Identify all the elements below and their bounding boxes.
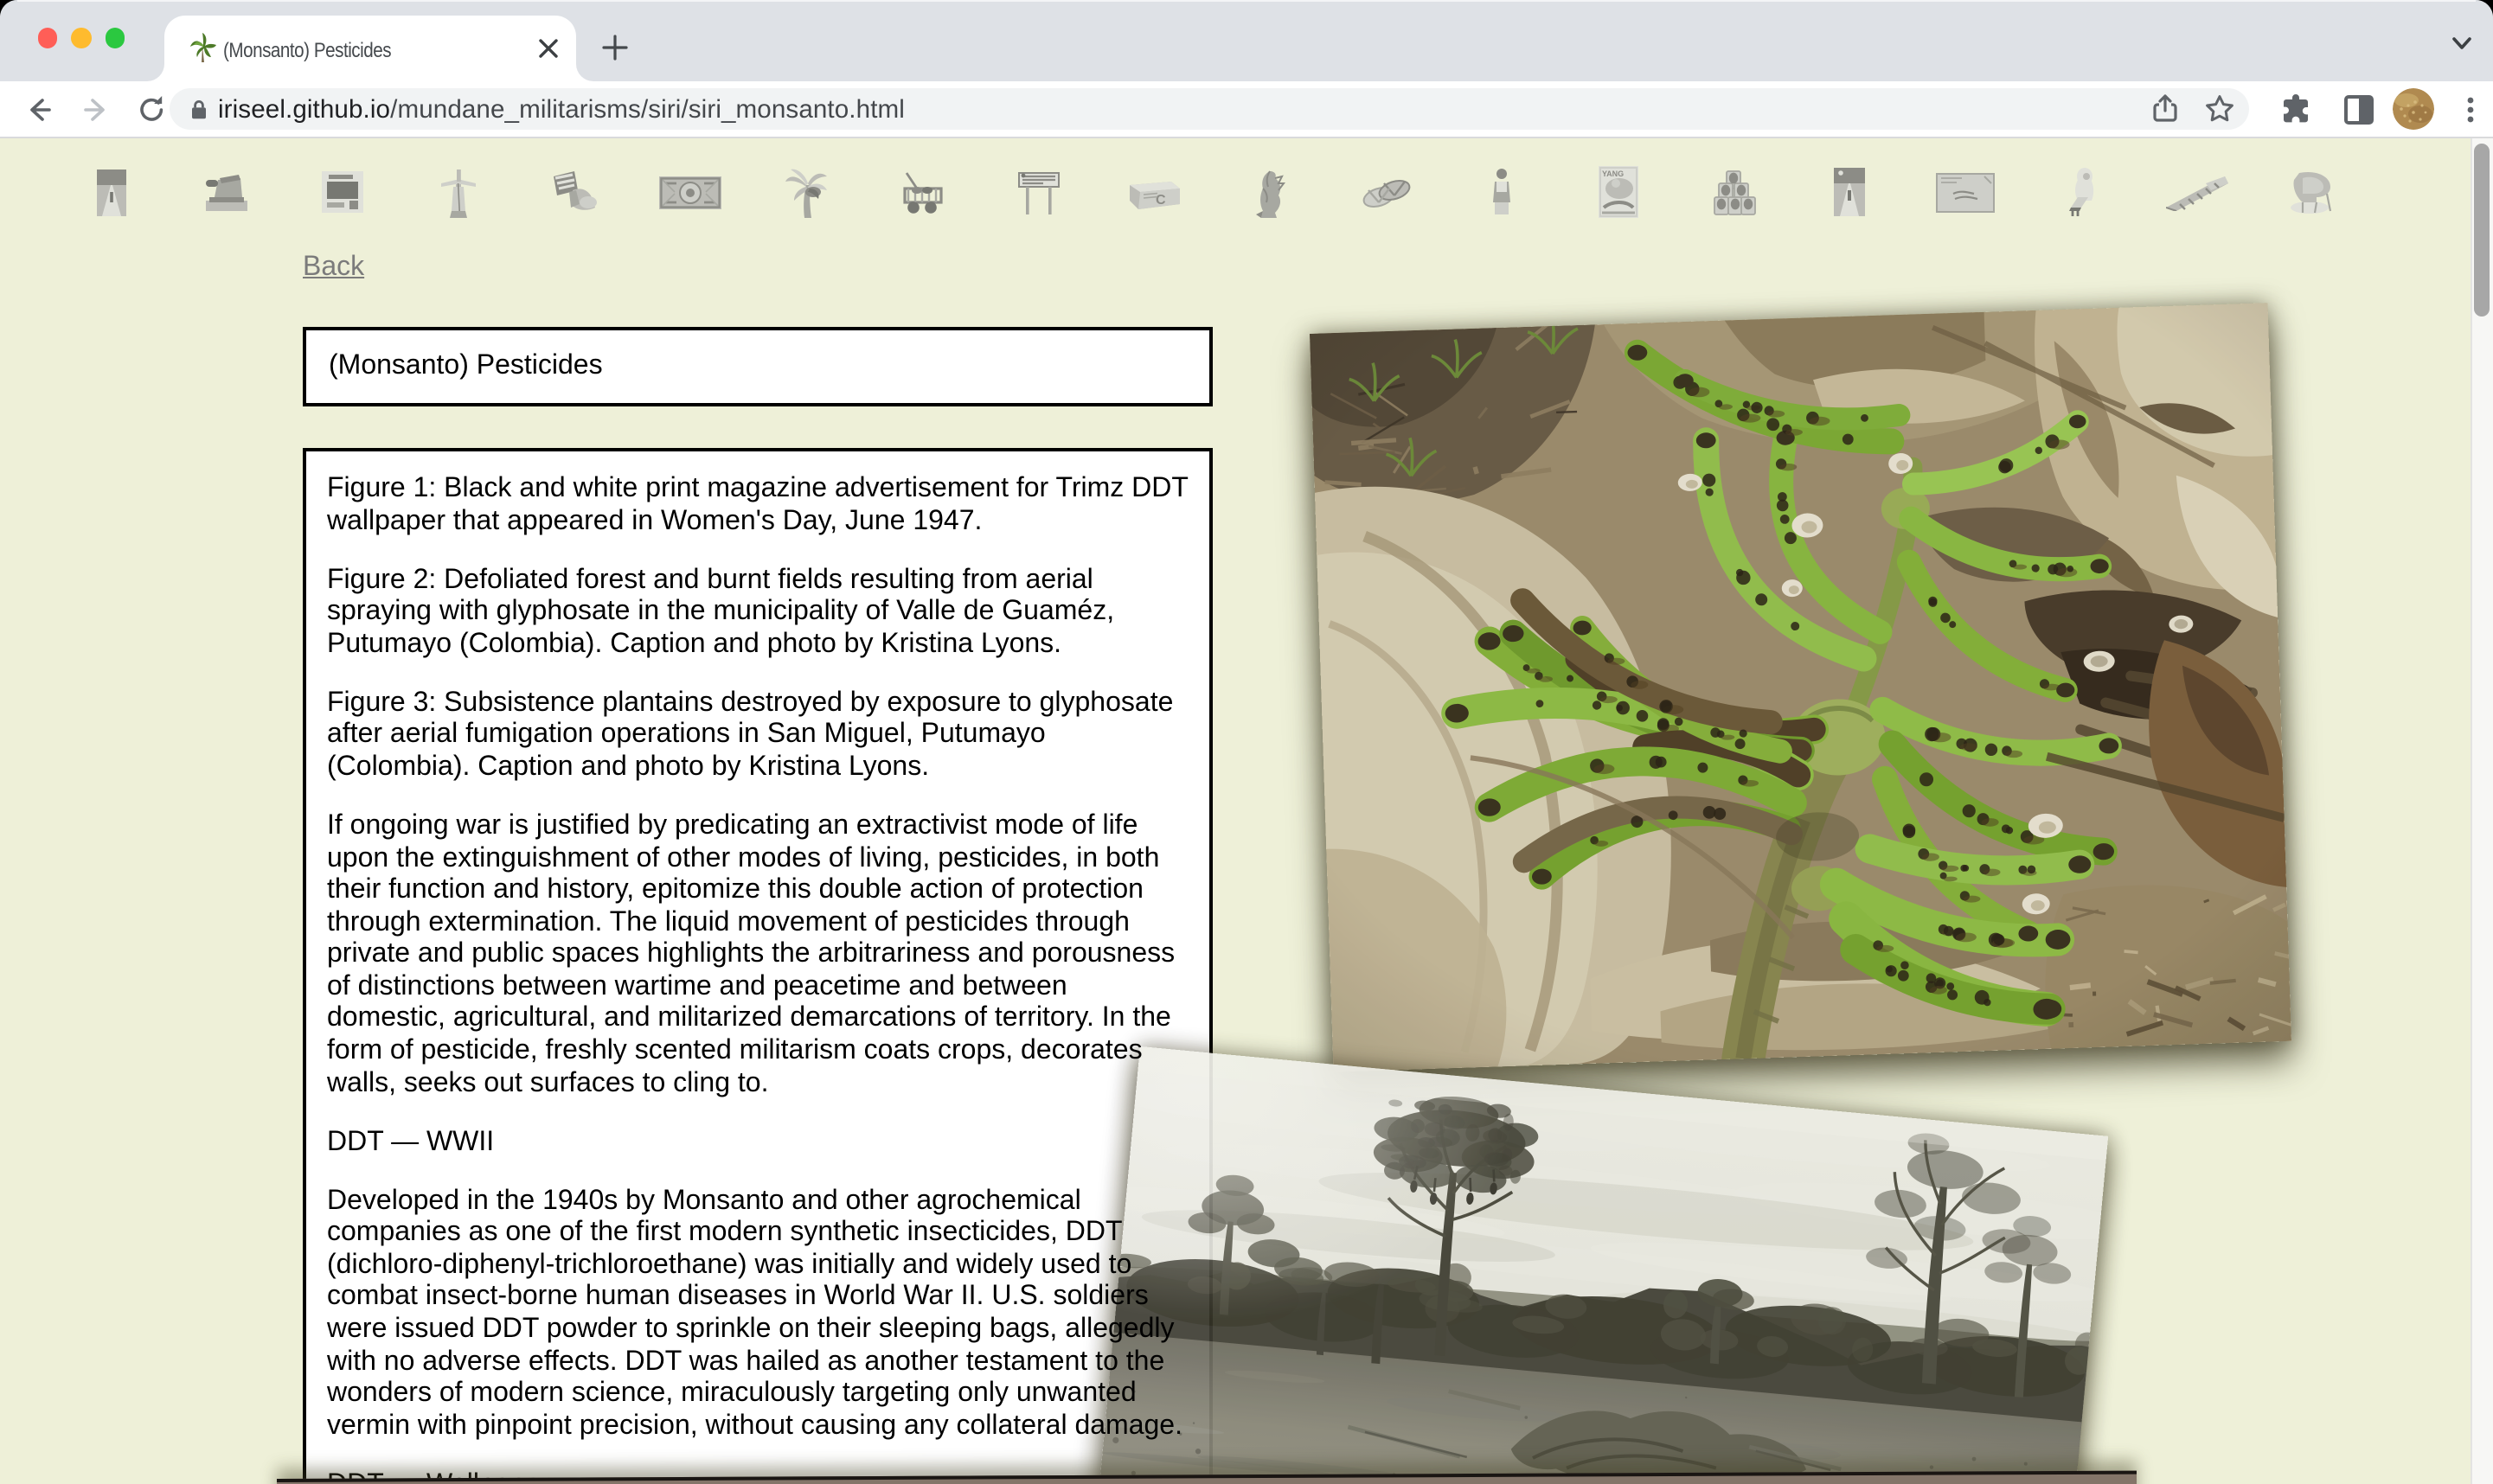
svg-text:C: C	[1155, 192, 1165, 207]
svg-text:YANG: YANG	[1601, 170, 1623, 178]
